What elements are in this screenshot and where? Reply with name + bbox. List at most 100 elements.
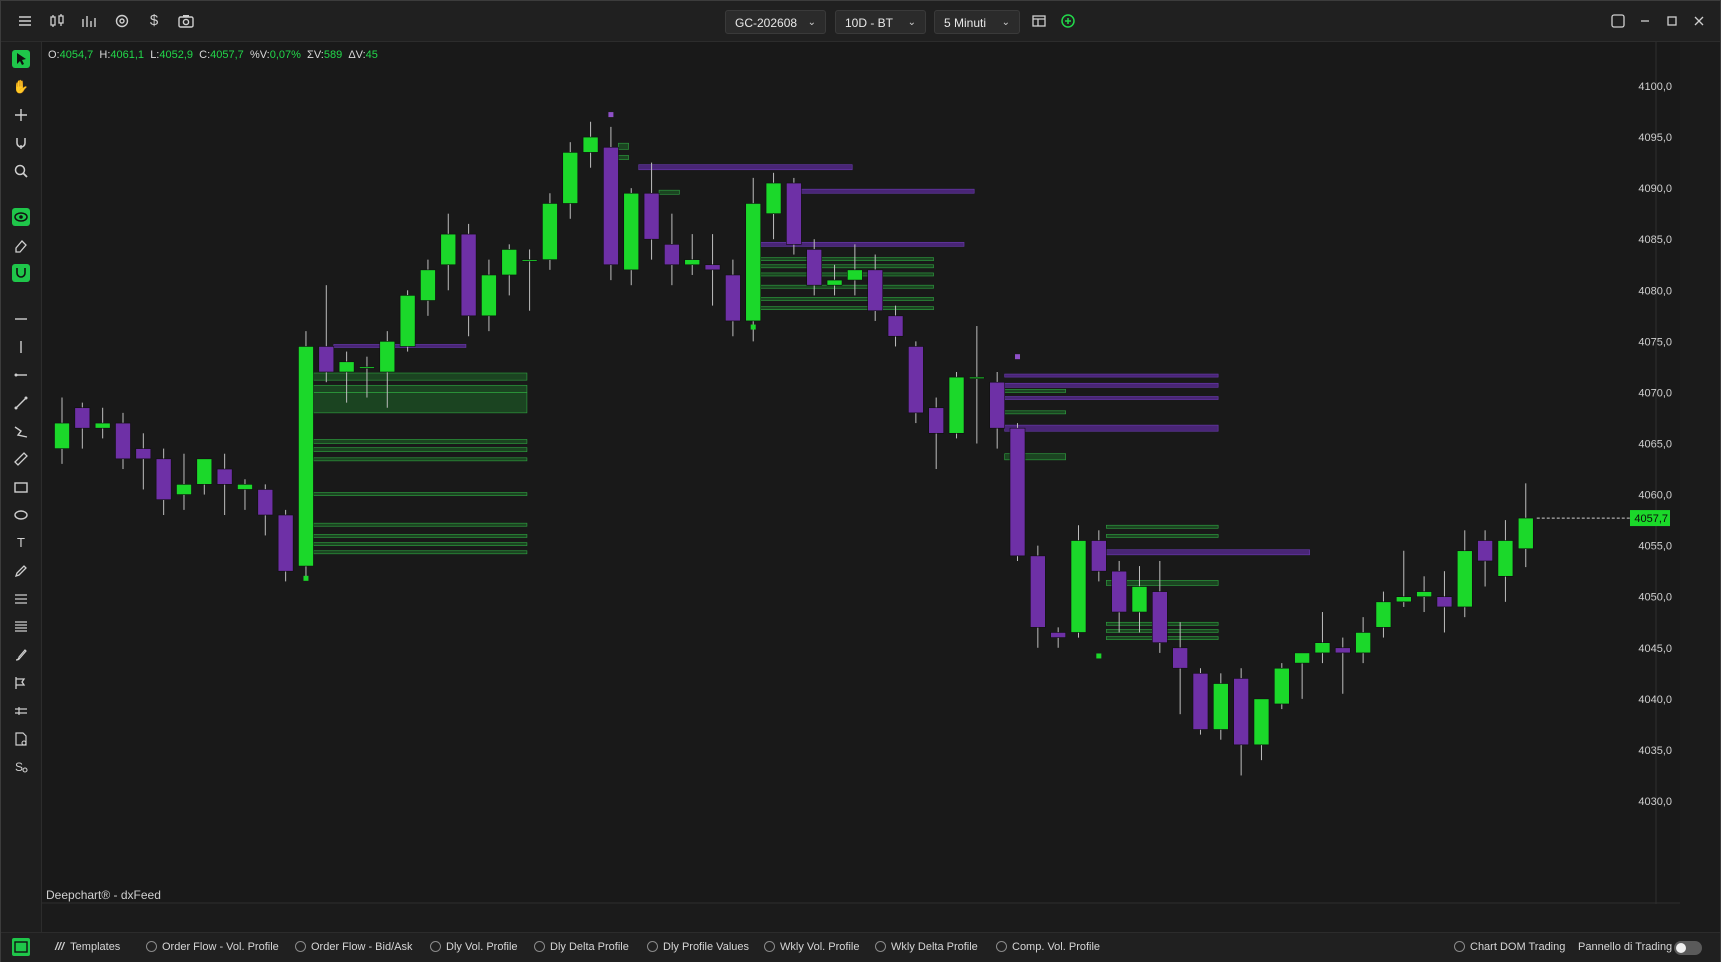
trading-app-window: $ GC-202608 ⌄ 10D - BT ⌄ 5 Minuti ⌄ ✋ T … — [0, 0, 1721, 962]
zoom-icon[interactable] — [12, 162, 30, 180]
dollar-icon[interactable]: $ — [145, 12, 163, 30]
timeframe-dropdown[interactable]: 5 Minuti ⌄ — [934, 10, 1020, 34]
price-tick-label: 4075,0 — [1638, 336, 1672, 348]
close-icon[interactable] — [1690, 12, 1708, 30]
text-icon[interactable]: T — [12, 534, 30, 552]
bull-candle — [1456, 550, 1473, 608]
sum-volume-label: ΣV: — [307, 49, 324, 61]
restore-icon[interactable] — [1609, 12, 1627, 30]
bear-volume-zone — [1106, 549, 1310, 556]
hand-icon[interactable]: ✋ — [12, 78, 30, 96]
document-settings-icon[interactable] — [12, 730, 30, 748]
templates-bar: /// Templates Order Flow - Vol. Profile O… — [1, 932, 1720, 962]
chevron-down-icon: ⌄ — [907, 17, 916, 28]
camera-icon[interactable] — [177, 12, 195, 30]
minimize-icon[interactable] — [1636, 12, 1654, 30]
fibonacci-icon[interactable] — [12, 590, 30, 608]
price-tick-label: 4050,0 — [1638, 592, 1672, 604]
panel-toggle-icon[interactable] — [12, 938, 30, 956]
chart-canvas[interactable]: 4100,0 4095,0 4090,0 4085,0 4080,0 4075,0 4070… — [42, 42, 1680, 904]
template-comp-vol-profile[interactable]: Comp. Vol. Profile — [996, 941, 1100, 953]
template-dly-vol-profile[interactable]: Dly Vol. Profile — [430, 941, 518, 953]
templates-button[interactable]: /// Templates — [55, 941, 120, 953]
template-label: Order Flow - Bid/Ask — [311, 941, 413, 953]
horizontal-line-icon[interactable] — [12, 310, 30, 328]
price-chart[interactable]: 4100,0 4095,0 4090,0 4085,0 4080,0 4075,0 4070… — [42, 42, 1680, 904]
ruler-icon[interactable] — [12, 450, 30, 468]
bull-volume-zone — [1004, 410, 1066, 415]
bull-candle — [1294, 652, 1310, 664]
bull-candle — [379, 341, 396, 373]
bull-candle — [765, 182, 782, 214]
bear-candle — [1111, 570, 1127, 613]
template-wkly-delta-profile[interactable]: Wkly Delta Profile — [875, 941, 978, 953]
eye-icon[interactable] — [12, 208, 30, 226]
bull-candle — [542, 203, 558, 260]
eraser-icon[interactable] — [12, 236, 30, 254]
radio-icon — [430, 941, 441, 952]
price-tick-label: 4090,0 — [1638, 183, 1672, 195]
symbol-dropdown[interactable]: GC-202608 ⌄ — [725, 10, 826, 34]
timeframe-label: 5 Minuti — [944, 16, 987, 30]
levels-icon[interactable] — [12, 618, 30, 636]
bear-candle — [318, 346, 335, 373]
calendar-icon[interactable] — [1030, 12, 1048, 30]
bull-candle — [582, 136, 599, 153]
magnet-icon[interactable] — [12, 134, 30, 152]
trading-panel-switch[interactable] — [1674, 941, 1702, 955]
bull-candle — [1497, 540, 1514, 577]
bear-candle — [1172, 647, 1188, 669]
price-tick-label: 4070,0 — [1638, 387, 1672, 399]
settings-icon[interactable] — [113, 12, 131, 30]
bull-candle — [1314, 642, 1331, 654]
pencil-icon[interactable] — [12, 562, 30, 580]
ellipse-icon[interactable] — [12, 506, 30, 524]
add-circle-icon[interactable] — [1059, 12, 1077, 30]
template-order-flow-bid-ask[interactable]: Order Flow - Bid/Ask — [295, 941, 412, 953]
ray-icon[interactable] — [12, 366, 30, 384]
template-dly-delta-profile[interactable]: Dly Delta Profile — [534, 941, 629, 953]
price-tick-label: 4045,0 — [1638, 643, 1672, 655]
path-icon[interactable] — [12, 422, 30, 440]
bear-candle — [1192, 673, 1209, 730]
bull-candle — [359, 366, 375, 369]
bull-candle — [1517, 517, 1534, 550]
svg-text:S: S — [15, 760, 23, 774]
candles-icon[interactable] — [48, 12, 66, 30]
template-wkly-vol-profile[interactable]: Wkly Vol. Profile — [764, 941, 859, 953]
sum-volume-value: 589 — [323, 49, 343, 61]
pct-volume-label: %V: — [249, 49, 270, 61]
price-tick-label: 4085,0 — [1638, 234, 1672, 246]
magnet-lock-icon[interactable] — [12, 264, 30, 282]
pointer-icon[interactable] — [12, 50, 30, 68]
template-order-flow-vol-profile[interactable]: Order Flow - Vol. Profile — [146, 941, 279, 953]
template-label: Dly Delta Profile — [550, 941, 629, 953]
trading-panel-label: Pannello di Trading — [1578, 941, 1673, 953]
chart-dom-trading-toggle[interactable]: Chart DOM Trading — [1454, 941, 1565, 953]
bear-candle — [1436, 596, 1453, 608]
ohlc-readout: O:4054,7 H:4061,1 L:4052,9 C:4057,7 %V:0… — [48, 49, 378, 61]
period-dropdown[interactable]: 10D - BT ⌄ — [835, 10, 926, 34]
bars-icon[interactable] — [80, 12, 98, 30]
rectangle-icon[interactable] — [12, 478, 30, 496]
maximize-icon[interactable] — [1663, 12, 1681, 30]
delta-volume-value: 45 — [365, 49, 378, 61]
bull-volume-zone — [313, 384, 528, 393]
bear-candle — [643, 192, 660, 240]
measure-icon[interactable] — [12, 702, 30, 720]
vertical-line-icon[interactable] — [12, 338, 30, 356]
crosshair-icon[interactable] — [12, 106, 30, 124]
bull-volume-zone — [658, 189, 680, 195]
trend-line-icon[interactable] — [12, 394, 30, 412]
low-label: L: — [150, 49, 160, 61]
price-tick-label: 4040,0 — [1638, 694, 1672, 706]
menu-icon[interactable] — [16, 12, 34, 30]
bull-candle — [481, 274, 497, 317]
dollar-settings-icon[interactable]: S — [12, 758, 30, 776]
order-tool-icon[interactable] — [12, 674, 30, 692]
template-dly-profile-values[interactable]: Dly Profile Values — [647, 941, 749, 953]
bull-candle — [1131, 586, 1148, 613]
bull-candle — [1416, 591, 1432, 598]
brush-icon[interactable] — [12, 646, 30, 664]
bull-candle — [562, 152, 579, 204]
